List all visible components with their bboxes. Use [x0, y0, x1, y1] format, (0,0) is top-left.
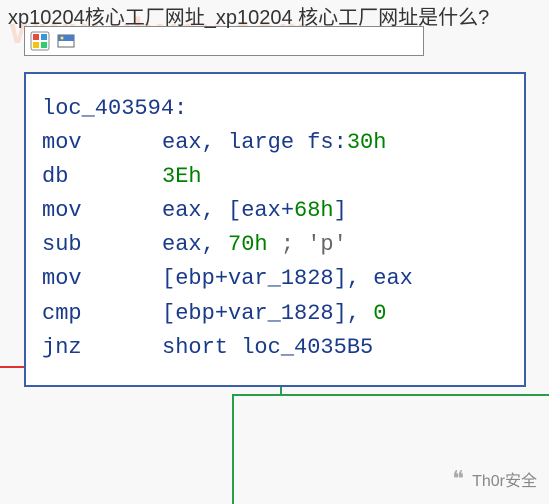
code-line: moveax, large fs:30h	[42, 126, 508, 160]
operand-number: 68h	[294, 198, 334, 223]
operand-punct: :	[334, 130, 347, 155]
code-lines-container: moveax, large fs:30hdb3Ehmoveax, [eax+68…	[42, 126, 508, 365]
operand-punct: +	[215, 301, 228, 326]
operand-variable: var_1828	[228, 301, 334, 326]
operand-register: eax	[373, 266, 413, 291]
operand-punct: ]	[334, 198, 347, 223]
operand-number: 30h	[347, 130, 387, 155]
operand-punct: ,	[202, 130, 228, 155]
comment: ; 'p'	[268, 232, 347, 257]
code-line: moveax, [eax+68h]	[42, 194, 508, 228]
operand-register: large fs	[228, 130, 334, 155]
code-line: mov[ebp+var_1828], eax	[42, 262, 508, 296]
footer: ❝ Th0r安全	[452, 466, 537, 492]
mnemonic: db	[42, 160, 162, 194]
operand-punct: [	[162, 301, 175, 326]
operand-number: 3Eh	[162, 164, 202, 189]
disassembly-block: loc_403594: moveax, large fs:30hdb3Ehmov…	[24, 72, 526, 387]
code-line: cmp[ebp+var_1828], 0	[42, 297, 508, 331]
operand-variable: var_1828	[228, 266, 334, 291]
operand-punct: ],	[334, 301, 374, 326]
code-label: loc_403594:	[42, 92, 508, 126]
mnemonic: mov	[42, 126, 162, 160]
operand-register: eax	[162, 232, 202, 257]
operand-punct: , [	[202, 198, 242, 223]
mnemonic: mov	[42, 262, 162, 296]
page-title: xp10204核心工厂网址_xp10204 核心工厂网址是什么?	[8, 5, 541, 31]
palette-icon[interactable]	[29, 30, 51, 52]
mnemonic: mov	[42, 194, 162, 228]
page-title-area: xp10204核心工厂网址_xp10204 核心工厂网址是什么?	[8, 5, 541, 31]
operand-register: eax	[162, 198, 202, 223]
mnemonic: cmp	[42, 297, 162, 331]
code-line: db3Eh	[42, 160, 508, 194]
operand-register: short loc_4035B5	[162, 335, 373, 360]
operand-punct: ],	[334, 266, 374, 291]
mnemonic: sub	[42, 228, 162, 262]
operand-register: ebp	[175, 301, 215, 326]
code-line: subeax, 70h ; 'p'	[42, 228, 508, 262]
operand-punct: +	[281, 198, 294, 223]
operand-punct: ,	[202, 232, 228, 257]
swatch-icon[interactable]	[55, 30, 77, 52]
operand-number: 0	[373, 301, 386, 326]
quote-icon: ❝	[452, 466, 464, 492]
operand-punct: [	[162, 266, 175, 291]
mnemonic: jnz	[42, 331, 162, 365]
operand-number: 70h	[228, 232, 268, 257]
footer-brand: Th0r安全	[472, 467, 537, 491]
operand-register: ebp	[175, 266, 215, 291]
operand-register: eax	[241, 198, 281, 223]
operand-punct: +	[215, 266, 228, 291]
operand-register: eax	[162, 130, 202, 155]
code-line: jnzshort loc_4035B5	[42, 331, 508, 365]
